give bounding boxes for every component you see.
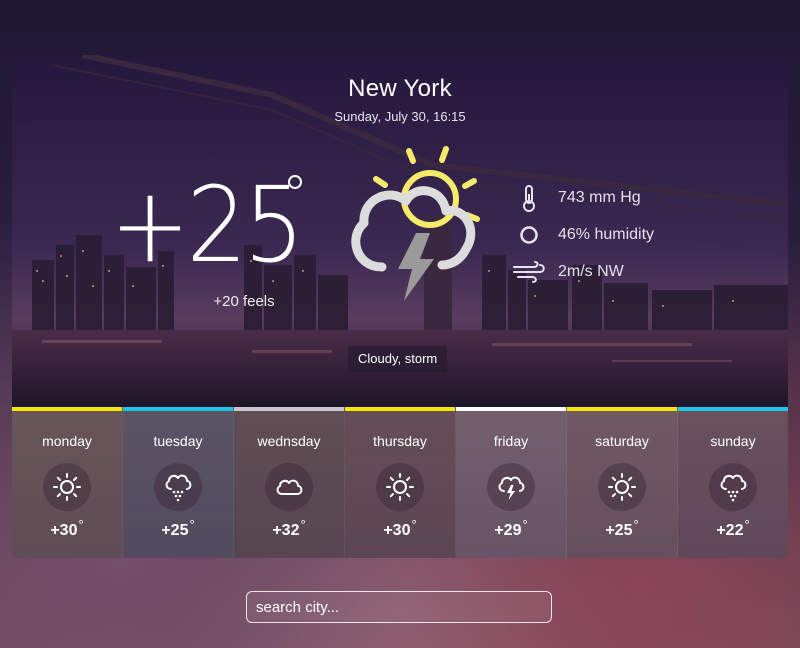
forecast-day-thursday[interactable]: thursday +30° (345, 407, 456, 558)
thermometer-icon (512, 183, 546, 213)
degree-symbol: ° (78, 517, 84, 532)
date-time: Sunday, July 30, 16:15 (334, 109, 466, 124)
current-temperature: +25 (110, 164, 305, 286)
humidity-value: 46% humidity (558, 225, 655, 243)
humidity-row: 46% humidity (512, 216, 654, 253)
day-temperature-value: +30 (383, 522, 411, 539)
degree-symbol: ° (300, 517, 306, 532)
day-name: tuesday (153, 433, 203, 449)
wind-icon (512, 257, 546, 287)
day-temperature-value: +25 (161, 522, 189, 539)
wind-value: 2m/s NW (558, 262, 624, 280)
condition-label: Cloudy, storm (348, 346, 448, 372)
day-temperature: +29° (456, 517, 566, 540)
pressure-value: 743 mm Hg (558, 188, 641, 206)
degree-symbol: ° (522, 517, 528, 532)
sun-icon (376, 463, 424, 511)
sun-icon (598, 463, 646, 511)
wind-row: 2m/s NW (512, 253, 654, 290)
degree-symbol: ° (411, 517, 417, 532)
weekly-forecast: monday +30° tuesday +25° wednsday +32° thursda… (12, 407, 788, 558)
day-name: saturday (595, 433, 649, 449)
day-color-bar (678, 407, 788, 411)
weather-details: 743 mm Hg 46% humidity 2m/s NW (512, 179, 654, 290)
day-temperature-value: +30 (50, 522, 78, 539)
rain-cloud-icon (154, 463, 202, 511)
day-temperature-value: +22 (716, 522, 744, 539)
degree-symbol: ° (744, 517, 750, 532)
forecast-day-saturday[interactable]: saturday +25° (567, 407, 678, 558)
forecast-day-tuesday[interactable]: tuesday +25° (123, 407, 234, 558)
feels-like: +20 feels (213, 293, 275, 310)
forecast-day-friday[interactable]: friday +29° (456, 407, 567, 558)
forecast-day-monday[interactable]: monday +30° (12, 407, 123, 558)
day-color-bar (123, 407, 233, 411)
day-name: sunday (710, 433, 756, 449)
city-name: New York (348, 75, 452, 102)
day-name: friday (493, 433, 529, 449)
day-temperature: +30° (345, 517, 455, 540)
degree-symbol (288, 175, 302, 189)
degree-symbol: ° (189, 517, 195, 532)
pressure-row: 743 mm Hg (512, 179, 654, 216)
sun-icon (43, 463, 91, 511)
search-city-input[interactable] (246, 591, 552, 623)
day-color-bar (12, 407, 122, 411)
day-temperature: +32° (234, 517, 344, 540)
day-color-bar (234, 407, 344, 411)
day-name: monday (42, 433, 92, 449)
day-name: thursday (373, 433, 427, 449)
forecast-day-sunday[interactable]: sunday +22° (678, 407, 788, 558)
day-color-bar (456, 407, 566, 411)
day-temperature: +22° (678, 517, 788, 540)
day-temperature-value: +32 (272, 522, 300, 539)
cloud-sun-storm-icon (351, 146, 480, 301)
day-name: wednsday (257, 433, 321, 449)
day-temperature: +25° (567, 517, 677, 540)
rain-cloud-icon (709, 463, 757, 511)
cloud-icon (265, 463, 313, 511)
humidity-icon (512, 220, 546, 250)
forecast-day-wednsday[interactable]: wednsday +32° (234, 407, 345, 558)
day-color-bar (567, 407, 677, 411)
day-temperature: +30° (12, 517, 122, 540)
degree-symbol: ° (633, 517, 639, 532)
day-temperature-value: +29 (494, 522, 522, 539)
weather-card: New York Sunday, July 30, 16:15 +25 +20 … (12, 55, 788, 558)
storm-cloud-icon (487, 463, 535, 511)
day-temperature-value: +25 (605, 522, 633, 539)
day-temperature: +25° (123, 517, 233, 540)
day-color-bar (345, 407, 455, 411)
current-weather-panel: New York Sunday, July 30, 16:15 +25 +20 … (12, 55, 788, 407)
